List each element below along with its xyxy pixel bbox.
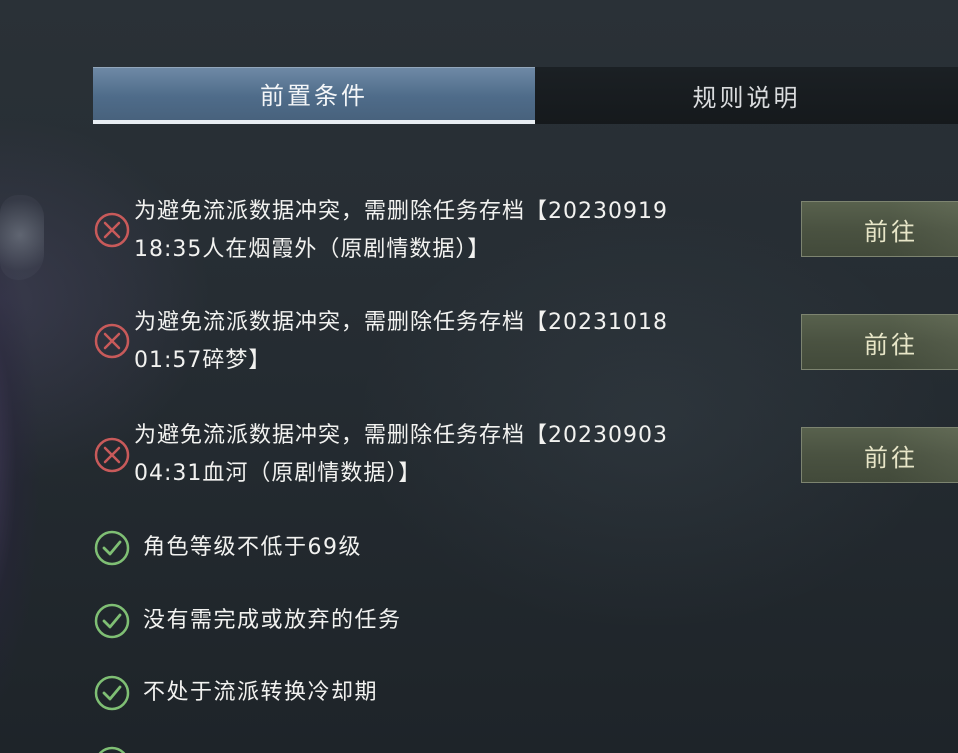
condition-row-met: 不处于流派转换冷却期 [94, 675, 794, 711]
close-circle-icon [94, 212, 130, 248]
check-circle-icon [94, 603, 130, 639]
condition-text: 不处于流派转换冷却期 [143, 680, 379, 705]
check-circle-icon [94, 746, 130, 753]
close-circle-icon [94, 323, 130, 359]
condition-row-unmet: 为避免流派数据冲突，需删除任务存档【20230919 18:35人在烟霞外（原剧… [94, 193, 794, 273]
tab-prerequisites[interactable]: 前置条件 [93, 67, 535, 124]
check-circle-icon [94, 530, 130, 566]
condition-row-unmet: 为避免流派数据冲突，需删除任务存档【20230903 04:31血河（原剧情数据… [94, 417, 794, 497]
condition-text: 为避免流派数据冲突，需删除任务存档【20230903 04:31血河（原剧情数据… [134, 417, 794, 493]
condition-line: 为避免流派数据冲突，需删除任务存档【20231018 [134, 310, 668, 335]
condition-row-met: 角色等级不低于69级 [94, 530, 794, 566]
condition-line: 04:31血河（原剧情数据）】 [134, 461, 422, 486]
condition-text: 角色等级不低于69级 [143, 535, 362, 560]
tab-rules[interactable]: 规则说明 [535, 67, 958, 124]
condition-line: 18:35人在烟霞外（原剧情数据）】 [134, 237, 491, 262]
check-circle-icon [94, 675, 130, 711]
condition-line: 01:57碎梦】 [134, 348, 272, 373]
condition-line: 为避免流派数据冲突，需删除任务存档【20230919 [134, 199, 668, 224]
goto-button[interactable]: 前往 [801, 314, 958, 370]
character-mask [0, 195, 44, 280]
tab-bar: 前置条件 规则说明 [93, 67, 958, 124]
condition-line: 为避免流派数据冲突，需删除任务存档【20230903 [134, 423, 668, 448]
condition-text: 为避免流派数据冲突，需删除任务存档【20230919 18:35人在烟霞外（原剧… [134, 193, 794, 269]
condition-row-met: 没有需完成或放弃的任务 [94, 603, 794, 639]
goto-button[interactable]: 前往 [801, 201, 958, 257]
condition-text: 为避免流派数据冲突，需删除任务存档【20231018 01:57碎梦】 [134, 304, 794, 380]
condition-row-unmet: 为避免流派数据冲突，需删除任务存档【20231018 01:57碎梦】 [94, 304, 794, 384]
condition-text: 没有需完成或放弃的任务 [143, 608, 402, 633]
close-circle-icon [94, 437, 130, 473]
goto-button[interactable]: 前往 [801, 427, 958, 483]
